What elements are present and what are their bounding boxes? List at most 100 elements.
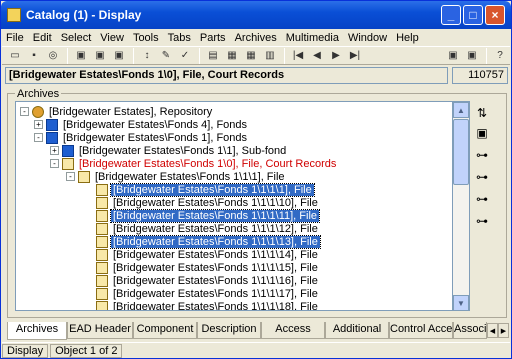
record-count: 110757	[452, 67, 508, 84]
edit-icon[interactable]: ✎	[157, 47, 175, 64]
scroll-down-icon[interactable]: ▼	[453, 295, 469, 311]
tree-node[interactable]: [Bridgewater Estates\Fonds 1\1\1\10], Fi…	[96, 196, 320, 209]
menu-file[interactable]: File	[6, 32, 24, 44]
table-view-icon[interactable]: ▦	[242, 47, 260, 64]
fonds-icon	[46, 131, 58, 144]
menu-window[interactable]: Window	[348, 32, 387, 44]
tree-node[interactable]: [Bridgewater Estates\Fonds 1\1\1\18], Fi…	[96, 300, 320, 310]
menu-bar: File Edit Select View Tools Tabs Parts A…	[2, 29, 510, 46]
archive-tree[interactable]: - [Bridgewater Estates], Repository + [Bri…	[15, 101, 453, 311]
tree-scrollbar[interactable]: ▲ ▼	[453, 101, 470, 311]
tree-node[interactable]: - [Bridgewater Estates\Fonds 1\0], File, …	[50, 157, 338, 170]
file-icon	[96, 183, 108, 196]
tree-node-label: [Bridgewater Estates\Fonds 1\1\1], File	[95, 170, 285, 183]
menu-multimedia[interactable]: Multimedia	[286, 32, 339, 44]
record-icon[interactable]: ◎	[44, 47, 62, 64]
collapse-icon[interactable]: -	[20, 107, 29, 116]
collapse-icon[interactable]: -	[34, 133, 43, 142]
delete-record-icon[interactable]: ▣	[91, 47, 109, 64]
first-record-icon[interactable]: |◀	[289, 47, 307, 64]
status-info: Object 1 of 2	[50, 343, 123, 358]
tree-node[interactable]: [Bridgewater Estates\Fonds 1\1\1\1], Fil…	[96, 182, 315, 197]
tree-node[interactable]: [Bridgewater Estates\Fonds 1\1\1\15], Fi…	[96, 261, 320, 274]
tree-node-label: [Bridgewater Estates\Fonds 1\1\1\10], Fi…	[113, 196, 318, 209]
tab-scroll-left-icon[interactable]: ◀	[487, 323, 498, 338]
sort-tree-icon[interactable]: ⇅	[471, 103, 493, 123]
file-icon	[96, 287, 108, 300]
tree-node-label: [Bridgewater Estates\Fonds 1\1\1\13], Fi…	[110, 234, 321, 249]
minimize-button[interactable]: _	[441, 5, 461, 25]
spellcheck-icon[interactable]: ✓	[176, 47, 194, 64]
tree-node-label: [Bridgewater Estates\Fonds 1\1\1\15], Fi…	[113, 261, 318, 274]
previous-record-icon[interactable]: ◀	[308, 47, 326, 64]
expand-icon[interactable]: +	[34, 120, 43, 129]
collapse-icon[interactable]: -	[50, 159, 59, 168]
menu-help[interactable]: Help	[396, 32, 419, 44]
menu-parts[interactable]: Parts	[200, 32, 226, 44]
copy-record-icon[interactable]: ▣	[110, 47, 128, 64]
tree-node[interactable]: + [Bridgewater Estates\Fonds 4], Fonds	[34, 118, 249, 131]
file-icon	[96, 274, 108, 287]
add-record-icon[interactable]: ▣	[72, 47, 90, 64]
collapse-icon[interactable]: -	[66, 172, 75, 181]
tree-move-down-icon[interactable]: ⊶	[471, 189, 493, 209]
tree-indent-icon[interactable]: ⊶	[471, 211, 493, 231]
expand-icon[interactable]: +	[50, 146, 59, 155]
tab-ead-header[interactable]: EAD Header	[67, 322, 133, 339]
open-record-icon[interactable]: ▣	[471, 123, 493, 143]
menu-view[interactable]: View	[100, 32, 124, 44]
menu-archives[interactable]: Archives	[235, 32, 277, 44]
tree-node[interactable]: - [Bridgewater Estates\Fonds 1], Fonds	[34, 131, 249, 144]
scroll-thumb[interactable]	[453, 119, 469, 185]
tree-node[interactable]: - [Bridgewater Estates\Fonds 1\1\1], File	[66, 170, 287, 183]
new-icon[interactable]: ▭	[6, 47, 24, 64]
tree-node-label: [Bridgewater Estates\Fonds 1\1\1\16], Fi…	[113, 274, 318, 287]
tree-node[interactable]: [Bridgewater Estates\Fonds 1\1\1\13], Fi…	[96, 234, 321, 249]
tab-component[interactable]: Component	[133, 322, 197, 339]
tab-scroll-right-icon[interactable]: ▶	[498, 323, 509, 338]
tree-node[interactable]: [Bridgewater Estates\Fonds 1\1\1\16], Fi…	[96, 274, 320, 287]
subfond-icon	[62, 144, 74, 157]
tab-archives[interactable]: Archives	[7, 322, 67, 340]
last-record-icon[interactable]: ▶|	[346, 47, 364, 64]
menu-tabs[interactable]: Tabs	[168, 32, 191, 44]
tab-control-access[interactable]: Control Access	[389, 322, 453, 339]
file-icon	[62, 157, 74, 170]
tab-description[interactable]: Description	[197, 322, 261, 339]
help-icon[interactable]: ?	[491, 47, 509, 64]
menu-edit[interactable]: Edit	[33, 32, 52, 44]
sort-icon[interactable]: ↕	[138, 47, 156, 64]
save-icon[interactable]: ▪	[25, 47, 43, 64]
report-view-icon[interactable]: ▥	[261, 47, 279, 64]
tree-node[interactable]: [Bridgewater Estates\Fonds 1\1\1\11], Fi…	[96, 208, 321, 223]
maximize-button[interactable]: □	[463, 5, 483, 25]
tree-node-label: [Bridgewater Estates\Fonds 1\1\1\17], Fi…	[113, 287, 318, 300]
tab-additional[interactable]: Additional	[325, 322, 389, 339]
close-button[interactable]: ×	[485, 5, 505, 25]
tree-node[interactable]: [Bridgewater Estates\Fonds 1\1\1\12], Fi…	[96, 222, 320, 235]
next-record-icon[interactable]: ▶	[327, 47, 345, 64]
scroll-up-icon[interactable]: ▲	[453, 102, 469, 118]
list-view-icon[interactable]: ▦	[223, 47, 241, 64]
toolbar-separator	[486, 47, 487, 64]
export-icon[interactable]: ▣	[444, 47, 462, 64]
tab-associated[interactable]: Associ	[453, 322, 487, 339]
form-view-icon[interactable]: ▤	[204, 47, 222, 64]
file-icon	[96, 235, 108, 248]
menu-select[interactable]: Select	[61, 32, 92, 44]
tree-node[interactable]: + [Bridgewater Estates\Fonds 1\1], Sub-fo…	[50, 144, 288, 157]
tree-branch-icon[interactable]: ⊶	[471, 145, 493, 165]
tree-node[interactable]: [Bridgewater Estates\Fonds 1\1\1\14], Fi…	[96, 248, 320, 261]
title-bar[interactable]: Catalog (1) - Display _ □ ×	[1, 1, 511, 29]
tree-node-label: [Bridgewater Estates\Fonds 1\1], Sub-fon…	[79, 144, 287, 157]
import-icon[interactable]: ▣	[463, 47, 481, 64]
tab-access[interactable]: Access	[261, 322, 325, 339]
tree-node-label: [Bridgewater Estates\Fonds 1\0], File, C…	[79, 157, 337, 170]
tree-node[interactable]: [Bridgewater Estates\Fonds 1\1\1\17], Fi…	[96, 287, 320, 300]
tree-move-up-icon[interactable]: ⊶	[471, 167, 493, 187]
tree-node-label: [Bridgewater Estates\Fonds 1\1\1\14], Fi…	[113, 248, 318, 261]
tree-node[interactable]: - [Bridgewater Estates], Repository	[20, 105, 214, 118]
toolbar-separator	[284, 47, 285, 64]
menu-tools[interactable]: Tools	[133, 32, 159, 44]
file-icon	[96, 196, 108, 209]
